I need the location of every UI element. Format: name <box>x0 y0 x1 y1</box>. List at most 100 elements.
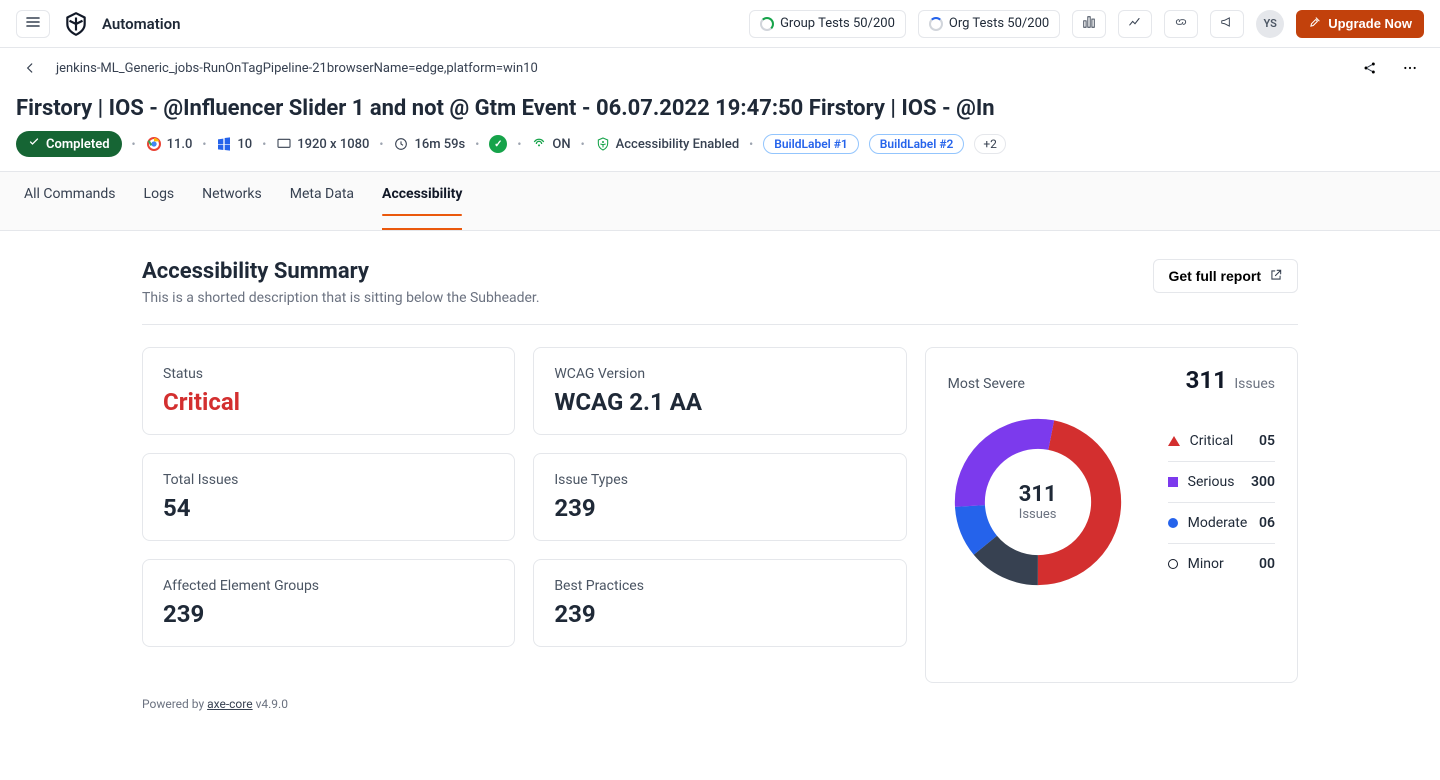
card-affected-groups: Affected Element Groups 239 <box>142 559 515 647</box>
donut-legend: Critical 05 Serious 300 <box>1168 421 1275 584</box>
brand-logo-icon <box>62 10 90 38</box>
powered-version: v4.9.0 <box>253 697 288 711</box>
product-name: Automation <box>102 15 181 33</box>
group-tests-pill[interactable]: Group Tests 50/200 <box>749 10 906 38</box>
os-version: 10 <box>237 137 252 152</box>
avatar[interactable]: YS <box>1256 10 1284 38</box>
trend-icon <box>1128 15 1142 33</box>
legend-row-critical: Critical 05 <box>1168 421 1275 462</box>
org-tests-pill[interactable]: Org Tests 50/200 <box>918 10 1060 38</box>
group-tests-label: Group Tests 50/200 <box>780 16 895 31</box>
content-area: Accessibility Summary This is a shorted … <box>110 231 1330 739</box>
card-value: 239 <box>163 600 494 628</box>
megaphone-icon <box>1220 15 1234 33</box>
breadcrumb: jenkins-ML_Generic_jobs-RunOnTagPipeline… <box>0 48 1440 88</box>
report-btn-label: Get full report <box>1168 268 1261 284</box>
progress-ring-icon <box>929 17 943 31</box>
card-status: Status Critical <box>142 347 515 435</box>
resolution-value: 1920 x 1080 <box>297 137 369 152</box>
windows-icon <box>216 136 232 152</box>
duration-value: 16m 59s <box>414 137 465 152</box>
status-text: Completed <box>46 137 110 152</box>
circle-icon <box>1168 518 1178 528</box>
screen-icon <box>276 136 292 152</box>
browser-version: 11.0 <box>167 137 193 152</box>
legend-value: 300 <box>1251 474 1275 490</box>
donut-total-num: 311 <box>1186 366 1227 394</box>
more-button[interactable] <box>1396 54 1424 82</box>
donut-total-label: Issues <box>1234 376 1275 392</box>
announce-button[interactable] <box>1210 10 1244 38</box>
card-value: 239 <box>554 600 885 628</box>
powered-prefix: Powered by <box>142 697 207 711</box>
card-issue-types: Issue Types 239 <box>533 453 906 541</box>
tab-logs[interactable]: Logs <box>144 172 175 230</box>
tab-accessibility[interactable]: Accessibility <box>382 172 462 230</box>
legend-row-minor: Minor 00 <box>1168 544 1275 584</box>
menu-button[interactable] <box>16 10 50 38</box>
tab-all-commands[interactable]: All Commands <box>24 172 116 230</box>
os-meta: 10 <box>216 136 252 152</box>
local-meta: ON <box>531 136 570 152</box>
legend-row-moderate: Moderate 06 <box>1168 503 1275 544</box>
tab-meta-data[interactable]: Meta Data <box>290 172 354 230</box>
status-badge: Completed <box>16 131 122 157</box>
build-label[interactable]: BuildLabel #2 <box>869 134 965 154</box>
card-most-severe: Most Severe 311 Issues <box>925 347 1298 683</box>
square-icon <box>1168 477 1178 487</box>
upgrade-button[interactable]: Upgrade Now <box>1296 10 1424 38</box>
legend-name: Moderate <box>1188 515 1248 531</box>
donut-center-label: Issues <box>1019 507 1057 522</box>
section-subtitle: This is a shorted description that is si… <box>142 290 540 306</box>
card-value: WCAG 2.1 AA <box>554 388 885 416</box>
extra-labels-count[interactable]: +2 <box>974 134 1006 154</box>
accessibility-meta: Accessibility Enabled <box>595 136 740 152</box>
section-title: Accessibility Summary <box>142 259 540 284</box>
grid-icon <box>1082 15 1096 33</box>
card-label: Status <box>163 366 494 382</box>
back-button[interactable] <box>16 54 44 82</box>
card-total-issues: Total Issues 54 <box>142 453 515 541</box>
card-label: WCAG Version <box>554 366 885 382</box>
local-state: ON <box>552 137 570 152</box>
build-label[interactable]: BuildLabel #1 <box>763 134 859 154</box>
triangle-up-icon <box>1168 436 1180 446</box>
donut-chart: 311 Issues <box>948 412 1128 592</box>
radio-icon <box>531 136 547 152</box>
legend-name: Critical <box>1190 433 1234 449</box>
clock-icon <box>393 136 409 152</box>
axe-core-link[interactable]: axe-core <box>207 697 253 711</box>
donut-title: Most Severe <box>948 376 1025 392</box>
tabs: All Commands Logs Networks Meta Data Acc… <box>0 171 1440 231</box>
legend-value: 00 <box>1259 556 1275 572</box>
powered-by: Powered by axe-core v4.9.0 <box>142 697 1298 711</box>
card-wcag: WCAG Version WCAG 2.1 AA <box>533 347 906 435</box>
legend-name: Serious <box>1188 474 1235 490</box>
donut-center-num: 311 <box>1019 482 1057 507</box>
browser-meta: 11.0 <box>146 136 193 152</box>
external-link-icon <box>1269 268 1283 285</box>
stats-button[interactable] <box>1118 10 1152 38</box>
legend-value: 05 <box>1259 433 1275 449</box>
card-label: Affected Element Groups <box>163 578 494 594</box>
tab-networks[interactable]: Networks <box>202 172 262 230</box>
share-button[interactable] <box>1356 54 1384 82</box>
a11y-shield-icon <box>595 136 611 152</box>
grid-button[interactable] <box>1072 10 1106 38</box>
card-label: Issue Types <box>554 472 885 488</box>
proxy-meta: ✓ <box>489 135 507 153</box>
globe-check-icon: ✓ <box>489 135 507 153</box>
card-value: 239 <box>554 494 885 522</box>
card-label: Best Practices <box>554 578 885 594</box>
progress-ring-icon <box>760 17 774 31</box>
check-icon <box>28 136 40 152</box>
card-label: Total Issues <box>163 472 494 488</box>
integrations-button[interactable] <box>1164 10 1198 38</box>
resolution-meta: 1920 x 1080 <box>276 136 369 152</box>
legend-row-serious: Serious 300 <box>1168 462 1275 503</box>
accessibility-label: Accessibility Enabled <box>616 137 740 152</box>
upgrade-label: Upgrade Now <box>1328 16 1412 31</box>
card-value: Critical <box>163 388 494 416</box>
avatar-initials: YS <box>1264 17 1277 30</box>
get-full-report-button[interactable]: Get full report <box>1153 259 1298 293</box>
